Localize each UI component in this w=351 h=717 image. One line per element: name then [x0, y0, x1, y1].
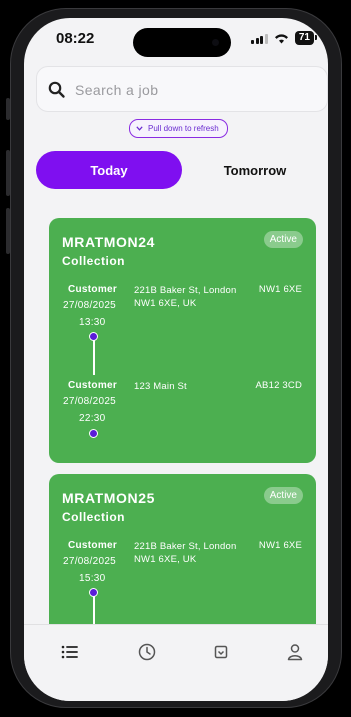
- stop-time: 13:30: [79, 317, 106, 328]
- status-badge: Active: [263, 231, 303, 248]
- pull-to-refresh-hint: Pull down to refresh: [129, 119, 228, 138]
- list-icon[interactable]: [59, 641, 81, 663]
- stop-time: 22:30: [79, 413, 106, 424]
- dynamic-island: [133, 28, 231, 57]
- stop-date: 27/08/2025: [63, 396, 117, 407]
- tab-today[interactable]: Today: [36, 151, 182, 189]
- stop-role: Customer: [68, 380, 118, 391]
- status-time: 08:22: [56, 30, 95, 47]
- chevron-down-icon: [136, 126, 143, 131]
- route-line: [93, 340, 95, 375]
- stop-postcode: NW1 6XE: [258, 540, 302, 551]
- status-badge: Active: [263, 487, 303, 504]
- route-end-dot: [89, 429, 98, 438]
- search-input[interactable]: [73, 67, 317, 113]
- stop-postcode: AB12 3CD: [255, 380, 302, 391]
- search-bar[interactable]: [36, 66, 328, 113]
- stop-postcode: NW1 6XE: [258, 284, 302, 295]
- camera-icon: [212, 39, 219, 46]
- job-id: MRATMON25: [62, 490, 156, 506]
- tray-icon[interactable]: [210, 641, 232, 663]
- search-icon: [48, 81, 65, 98]
- app-screen: 08:22 71 Pull down to refresh Today Tom: [24, 18, 328, 701]
- wifi-icon: [274, 33, 288, 43]
- tab-tomorrow[interactable]: Tomorrow: [182, 151, 328, 189]
- stop-role: Customer: [68, 284, 118, 295]
- tab-today-label: Today: [90, 162, 128, 178]
- tab-tomorrow-label: Tomorrow: [223, 162, 287, 178]
- stop-date: 27/08/2025: [63, 556, 117, 567]
- battery-icon: 71: [294, 31, 318, 45]
- refresh-hint-label: Pull down to refresh: [148, 124, 219, 133]
- stop-address: 221B Baker St, London NW1 6XE, UK: [134, 541, 237, 565]
- stop-time: 15:30: [79, 573, 106, 584]
- side-button: [6, 98, 10, 120]
- person-icon[interactable]: [284, 641, 306, 663]
- status-bar: 08:22 71: [24, 18, 328, 60]
- signal-icon: [251, 33, 268, 44]
- job-id: MRATMON24: [62, 234, 156, 250]
- job-type: Collection: [62, 510, 126, 524]
- clock-icon[interactable]: [136, 641, 158, 663]
- stop-address: 123 Main St: [134, 381, 187, 392]
- volume-up-button: [6, 150, 10, 196]
- stop-role: Customer: [68, 540, 118, 551]
- job-card[interactable]: MRATMON24 Collection Active Customer 27/…: [49, 218, 316, 463]
- job-type: Collection: [62, 254, 126, 268]
- stop-address: 221B Baker St, London NW1 6XE, UK: [134, 285, 237, 309]
- status-icons: 71: [251, 31, 318, 45]
- bottom-tab-bar: [24, 624, 328, 701]
- stop-date: 27/08/2025: [63, 300, 117, 311]
- volume-down-button: [6, 208, 10, 254]
